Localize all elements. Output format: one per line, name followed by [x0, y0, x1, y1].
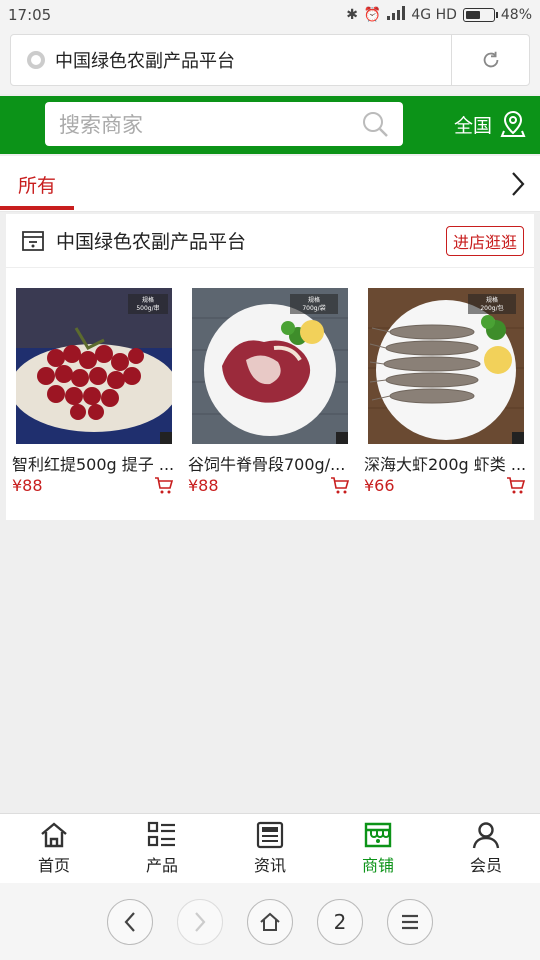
tabs-button[interactable]: 2 [317, 898, 363, 945]
product-image-beef[interactable]: 规格 700g/袋 [192, 288, 348, 444]
product-name[interactable]: 谷饲牛脊骨段700g/... [188, 451, 352, 475]
list-icon [147, 821, 175, 847]
news-icon [256, 821, 284, 849]
status-time: 17:05 [8, 6, 52, 24]
bluetooth-icon: ✱ [346, 7, 358, 23]
alarm-icon: ⏰ [363, 7, 382, 23]
battery-icon [462, 8, 498, 22]
product-name[interactable]: 智利红提500g 提子 ... [12, 451, 176, 475]
menu-button[interactable] [387, 898, 433, 945]
region-selector[interactable]: 全国 [454, 106, 526, 142]
svg-text:规格: 规格 [142, 296, 154, 304]
nav-news[interactable]: 资讯 [216, 814, 324, 883]
reload-button[interactable] [451, 35, 529, 85]
product-name[interactable]: 深海大虾200g 虾类 ... [364, 451, 528, 475]
product-price: ¥66 [364, 476, 395, 495]
chevron-right-icon [195, 911, 206, 932]
cart-icon[interactable] [154, 476, 174, 496]
svg-text:500g/串: 500g/串 [136, 304, 159, 312]
reload-icon [483, 51, 498, 68]
site-icon [27, 51, 45, 69]
store-icon [364, 822, 392, 848]
product-image-shrimp[interactable]: 规格 200g/包 [368, 288, 524, 444]
product-price: ¥88 [188, 476, 219, 495]
tab-all-label: 所有 [17, 174, 56, 197]
nav-home-label: 首页 [37, 856, 70, 875]
store-name: 中国绿色农副产品平台 [56, 231, 247, 253]
visit-store-button[interactable]: 进店逛逛 [445, 225, 524, 256]
chevron-right-icon [512, 172, 525, 196]
search-header: 搜索商家 全国 [0, 96, 540, 154]
nav-stores-label: 商铺 [361, 856, 394, 875]
status-bar: 17:05 ✱ ⏰ 4G HD 48% [0, 0, 540, 30]
bottom-nav: 首页 产品 资讯 商铺 会员 [0, 813, 540, 883]
nav-products[interactable]: 产品 [108, 814, 216, 883]
user-icon [472, 822, 500, 849]
home-icon [41, 822, 67, 848]
status-icons: ✱ ⏰ 4G HD 48% [346, 6, 532, 24]
menu-icon [402, 914, 418, 929]
product-list: 规格 500g/串 智利红提500g 提子 ... ¥88 规格 700g/袋 … [6, 286, 534, 506]
search-input[interactable]: 搜索商家 [45, 102, 403, 146]
store-card: 中国绿色农副产品平台 进店逛逛 规格 500g/串 智利红提500g 提子 ..… [6, 214, 534, 520]
chevron-left-icon [124, 911, 135, 932]
nav-member-label: 会员 [469, 856, 502, 875]
network-type: 4G HD [411, 7, 457, 23]
location-pin-icon [500, 110, 526, 137]
product-item[interactable]: 规格 200g/包 深海大虾200g 虾类 ... ¥66 [358, 286, 534, 506]
store-header: 中国绿色农副产品平台 进店逛逛 [6, 214, 534, 268]
svg-text:200g/包: 200g/包 [480, 304, 503, 312]
signal-icon [387, 6, 406, 24]
svg-text:规格: 规格 [308, 296, 320, 304]
tab-active-indicator [0, 206, 74, 210]
category-tabs: 所有 [0, 156, 540, 212]
svg-text:700g/袋: 700g/袋 [302, 304, 325, 312]
browser-toolbar: 中国绿色农副产品平台 [0, 30, 540, 94]
nav-stores[interactable]: 商铺 [324, 814, 432, 883]
cart-icon[interactable] [330, 476, 350, 496]
home-icon [260, 912, 280, 931]
address-bar[interactable]: 中国绿色农副产品平台 [10, 34, 530, 86]
tab-all[interactable]: 所有 [0, 156, 74, 212]
search-placeholder: 搜索商家 [59, 113, 143, 137]
cart-icon[interactable] [506, 476, 526, 496]
back-button[interactable] [107, 898, 153, 945]
region-label: 全国 [453, 114, 492, 137]
battery-fill [465, 11, 481, 19]
product-image-grapes[interactable]: 规格 500g/串 [16, 288, 172, 444]
tabs-next-button[interactable] [506, 168, 530, 200]
page-title: 中国绿色农副产品平台 [55, 51, 235, 72]
nav-home[interactable]: 首页 [0, 814, 108, 883]
browser-home-button[interactable] [247, 898, 293, 945]
browser-controls: 2 [0, 883, 540, 960]
product-item[interactable]: 规格 500g/串 智利红提500g 提子 ... ¥88 [6, 286, 182, 506]
product-item[interactable]: 规格 700g/袋 谷饲牛脊骨段700g/... ¥88 [182, 286, 358, 506]
product-price: ¥88 [12, 476, 43, 495]
svg-text:规格: 规格 [486, 296, 498, 304]
nav-products-label: 产品 [145, 856, 178, 875]
search-icon[interactable] [361, 110, 389, 138]
nav-member[interactable]: 会员 [432, 814, 540, 883]
store-icon [22, 230, 44, 251]
nav-news-label: 资讯 [253, 856, 286, 875]
forward-button[interactable] [177, 898, 223, 945]
battery-percent: 48% [500, 7, 532, 23]
